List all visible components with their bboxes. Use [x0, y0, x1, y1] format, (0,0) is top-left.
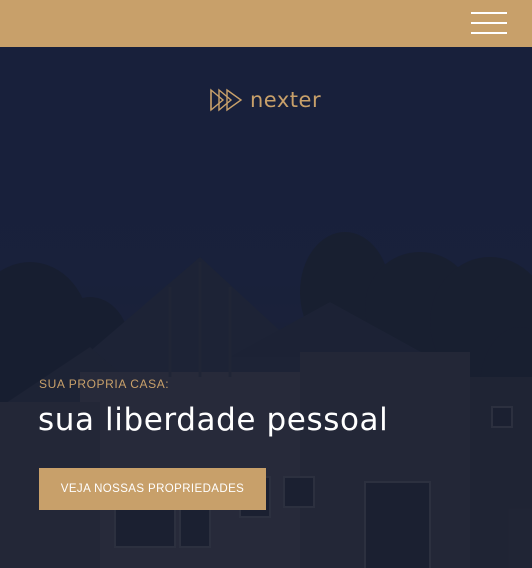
menu-line — [471, 12, 507, 14]
hero-eyebrow: SUA PROPRIA CASA: — [39, 377, 170, 391]
top-bar — [0, 0, 532, 47]
hero-section: nexter SUA PROPRIA CASA: sua liberdade p… — [0, 47, 532, 568]
hamburger-menu-icon[interactable] — [471, 12, 507, 36]
triple-play-arrow-icon — [210, 88, 243, 112]
logo[interactable]: nexter — [209, 87, 321, 113]
view-properties-button[interactable]: VEJA NOSSAS PROPRIEDADES — [39, 468, 266, 510]
menu-line — [471, 22, 507, 24]
menu-line — [471, 32, 507, 34]
logo-text: nexter — [250, 88, 322, 112]
hero-headline: sua liberdade pessoal — [38, 402, 389, 438]
